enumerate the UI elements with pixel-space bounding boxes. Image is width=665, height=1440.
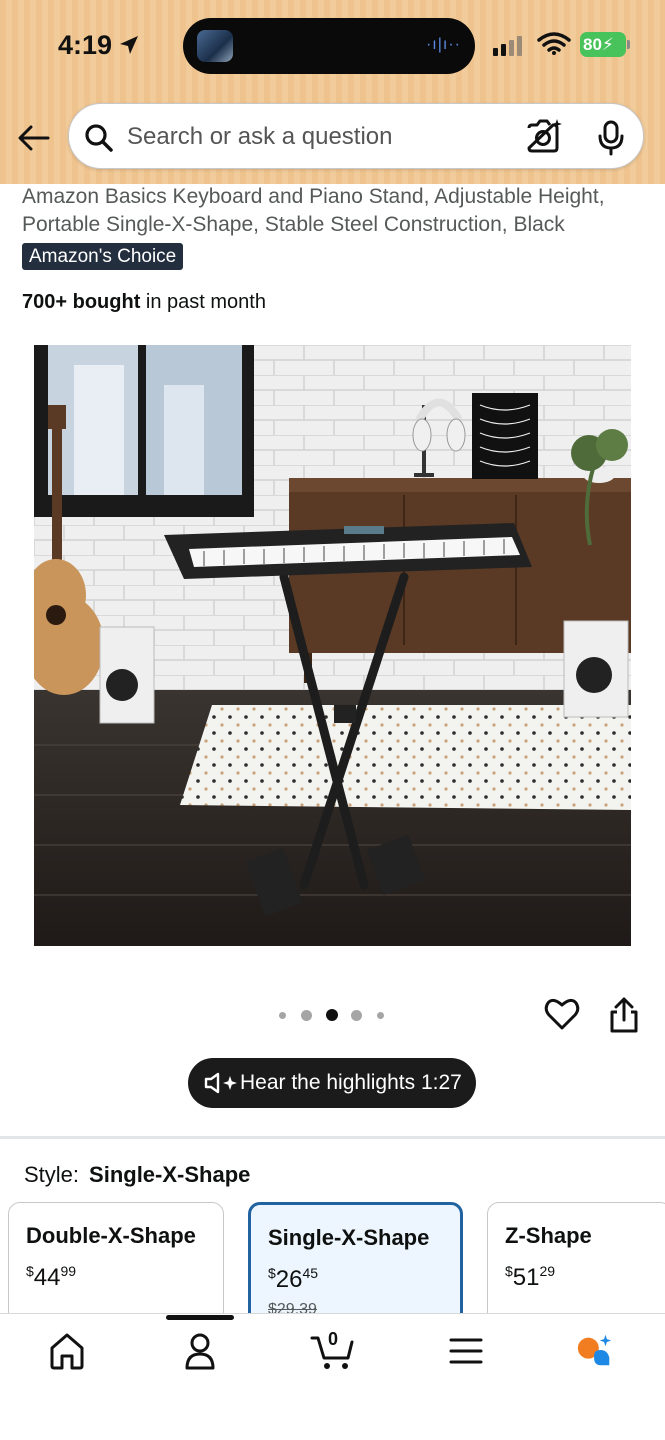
carousel-dot[interactable]: [351, 1010, 362, 1021]
signal-icon: [493, 36, 522, 56]
price-whole: 44: [33, 1264, 61, 1291]
now-playing-thumbnail: [197, 30, 233, 62]
style-option-name: Single-X-Shape: [268, 1225, 430, 1250]
price-whole: 26: [275, 1266, 303, 1293]
bought-count: 700+ bought in past month: [22, 291, 266, 314]
amazons-choice-badge: Amazon's Choice: [22, 243, 184, 270]
price-whole: 51: [512, 1264, 540, 1291]
price-cents: 45: [302, 1265, 319, 1281]
style-option-name: Z-Shape: [505, 1223, 592, 1248]
battery-nub: [627, 40, 630, 49]
account-icon[interactable]: [180, 1330, 220, 1372]
back-arrow-icon[interactable]: [16, 120, 52, 156]
carousel-dots[interactable]: [279, 1009, 389, 1021]
carousel-dot[interactable]: [279, 1012, 286, 1019]
wifi-icon: [537, 32, 571, 55]
audio-wave-icon: ·ı|ı··: [425, 36, 461, 53]
microphone-icon[interactable]: [596, 120, 626, 156]
style-option-price: $5129: [505, 1263, 555, 1292]
battery-icon: 80⚡: [580, 32, 626, 57]
bought-count-suffix: in past month: [140, 291, 266, 313]
status-time: 4:19: [58, 30, 113, 60]
bought-count-number: 700+ bought: [22, 291, 141, 313]
hear-highlights-label: Hear the highlights 1:27: [240, 1071, 462, 1094]
hear-highlights-button[interactable]: Hear the highlights 1:27: [188, 1058, 476, 1108]
style-option-price: $4499: [26, 1263, 76, 1292]
currency-symbol: $: [268, 1265, 276, 1281]
product-title[interactable]: Amazon Basics Keyboard and Piano Stand, …: [22, 183, 642, 239]
active-tab-indicator: [166, 1315, 234, 1320]
product-photo-keyboard-stand: [34, 345, 631, 946]
cart-count: 0: [328, 1329, 339, 1349]
rufus-icon[interactable]: [575, 1330, 615, 1372]
search-icon: [85, 124, 113, 152]
price-cents: 29: [539, 1263, 556, 1279]
carousel-dot[interactable]: [301, 1010, 312, 1021]
style-option-price: $2645: [268, 1265, 318, 1294]
style-label: Style:: [24, 1162, 80, 1187]
currency-symbol: $: [26, 1263, 34, 1279]
dynamic-island: ·ı|ı··: [183, 18, 475, 74]
menu-icon[interactable]: [446, 1330, 486, 1372]
battery-level: 80: [583, 35, 602, 54]
section-divider: [0, 1136, 665, 1139]
product-image[interactable]: [34, 345, 631, 946]
price-cents: 99: [60, 1263, 77, 1279]
style-selector-label: Style: Single-X-Shape: [24, 1162, 250, 1188]
carousel-dot[interactable]: [377, 1012, 384, 1019]
style-selected-value: Single-X-Shape: [89, 1162, 251, 1187]
search-input[interactable]: [127, 120, 507, 154]
camera-lens-icon[interactable]: [525, 118, 563, 156]
carousel-dot-active[interactable]: [326, 1009, 338, 1021]
share-icon[interactable]: [607, 996, 641, 1034]
home-icon[interactable]: [47, 1330, 87, 1372]
location-arrow-icon: [120, 36, 138, 54]
header-bar: 4:19 ·ı|ı·· 80⚡: [0, 0, 665, 184]
charging-bolt-icon: ⚡: [601, 35, 614, 54]
heart-icon[interactable]: [544, 996, 580, 1032]
speaker-sparkle-icon: [204, 1072, 237, 1094]
search-bar[interactable]: [68, 103, 644, 169]
style-option-name: Double-X-Shape: [26, 1223, 196, 1248]
currency-symbol: $: [505, 1263, 513, 1279]
